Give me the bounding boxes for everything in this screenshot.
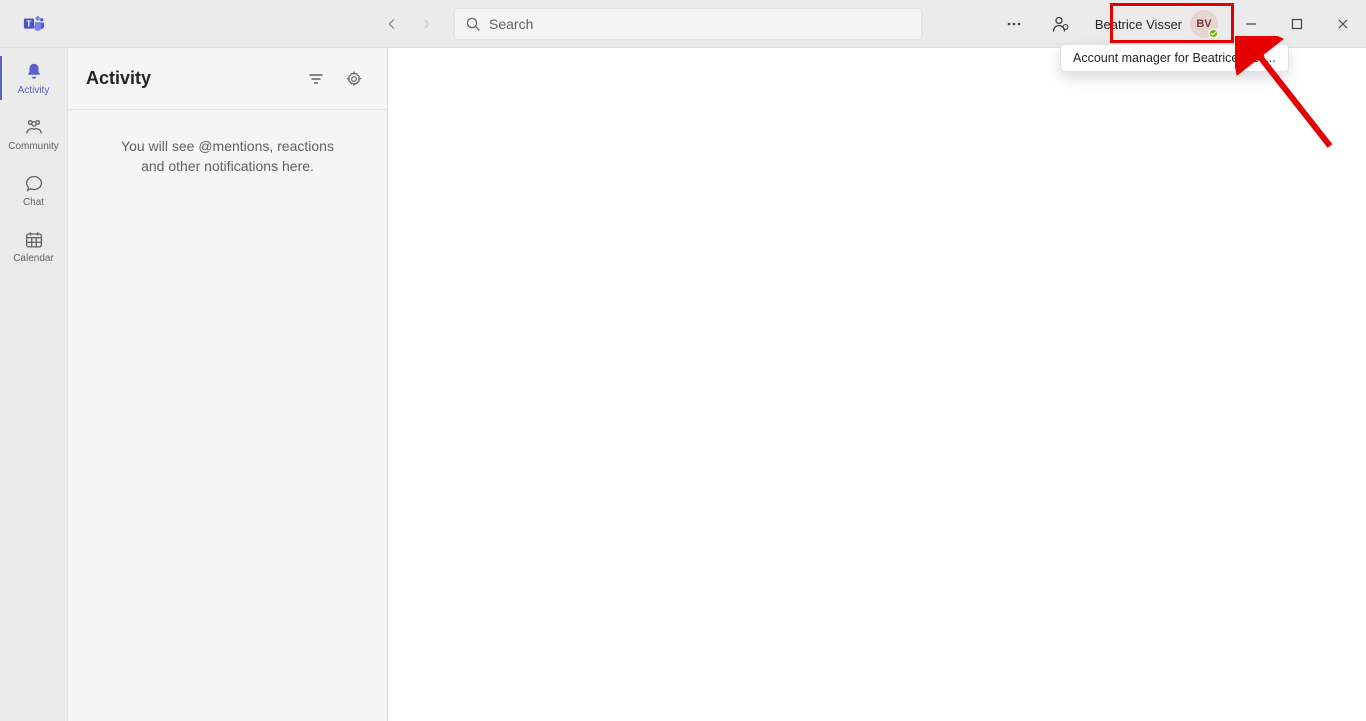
settings-button[interactable]: [339, 64, 369, 94]
rail-item-label: Activity: [18, 85, 50, 96]
search-box[interactable]: [454, 8, 922, 40]
teams-logo: T: [0, 13, 68, 35]
minimize-icon: [1245, 18, 1257, 30]
nav-forward-button[interactable]: [412, 10, 440, 38]
rail-item-label: Calendar: [13, 253, 54, 264]
rail-item-chat[interactable]: Chat: [0, 162, 67, 218]
titlebar: T: [0, 0, 1366, 48]
people-button[interactable]: [1037, 0, 1083, 48]
panel-title: Activity: [86, 68, 293, 89]
rail-item-label: Chat: [23, 197, 44, 208]
filter-button[interactable]: [301, 64, 331, 94]
gear-icon: [345, 70, 363, 88]
presence-available-icon: [1208, 28, 1219, 39]
panel-empty-state: You will see @mentions, reactions and ot…: [68, 110, 387, 203]
ellipsis-icon: [1006, 16, 1022, 32]
activity-panel: Activity You will see @mentions, reactio…: [68, 48, 388, 721]
window-maximize-button[interactable]: [1274, 0, 1320, 48]
account-button[interactable]: Beatrice Visser BV: [1085, 4, 1226, 44]
calendar-icon: [23, 229, 45, 251]
more-button[interactable]: [991, 0, 1037, 48]
chat-icon: [23, 173, 45, 195]
avatar: BV: [1190, 10, 1218, 38]
rail-item-label: Community: [8, 141, 59, 152]
titlebar-right: Beatrice Visser BV: [991, 0, 1366, 48]
chevron-right-icon: [419, 17, 433, 31]
person-icon: [1050, 14, 1070, 34]
rail-item-activity[interactable]: Activity: [0, 50, 67, 106]
panel-header: Activity: [68, 48, 387, 110]
chevron-left-icon: [385, 17, 399, 31]
search-icon: [465, 16, 481, 32]
empty-line-2: and other notifications here.: [141, 158, 314, 174]
filter-icon: [308, 71, 324, 87]
svg-text:T: T: [26, 19, 31, 28]
close-icon: [1337, 18, 1349, 30]
account-name: Beatrice Visser: [1095, 17, 1182, 32]
community-icon: [23, 117, 45, 139]
app-rail: Activity Community Chat Calendar: [0, 48, 68, 721]
history-nav: [378, 10, 440, 38]
rail-item-calendar[interactable]: Calendar: [0, 218, 67, 274]
bell-icon: [23, 61, 45, 83]
window-minimize-button[interactable]: [1228, 0, 1274, 48]
window-close-button[interactable]: [1320, 0, 1366, 48]
search-input[interactable]: [489, 16, 911, 32]
rail-item-community[interactable]: Community: [0, 106, 67, 162]
maximize-icon: [1291, 18, 1303, 30]
empty-line-1: You will see @mentions, reactions: [121, 138, 334, 154]
nav-back-button[interactable]: [378, 10, 406, 38]
account-tooltip: Account manager for Beatrice Viss...: [1060, 44, 1289, 72]
main-canvas: [388, 48, 1366, 721]
teams-icon: T: [23, 13, 45, 35]
